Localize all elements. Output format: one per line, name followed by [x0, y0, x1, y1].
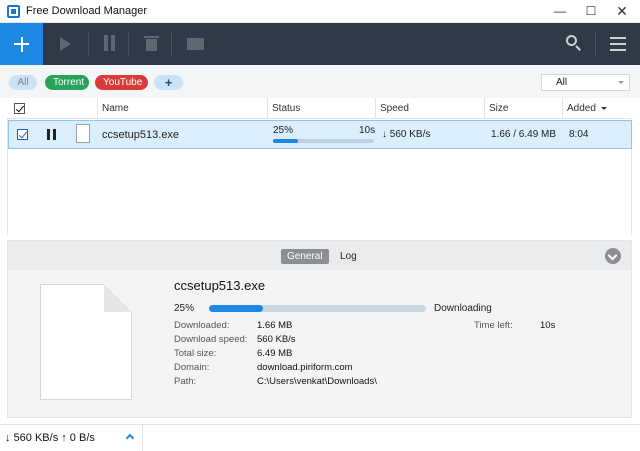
toolbar	[0, 23, 640, 65]
row-progress-fill	[273, 139, 299, 143]
table-header: Name Status Speed Size Added	[7, 98, 632, 119]
add-filter-button[interactable]: +	[154, 75, 183, 90]
column-select-all[interactable]	[7, 98, 27, 119]
column-header-added-label: Added	[567, 103, 596, 114]
play-icon[interactable]	[60, 37, 71, 51]
chevron-down-icon	[618, 81, 624, 84]
filter-dropdown-value: All	[556, 77, 568, 88]
sort-down-icon	[600, 106, 607, 110]
table-row[interactable]: ccsetup513.exe 25% 10s ↓ 560 KB/s 1.66 /…	[8, 120, 632, 149]
speed-status[interactable]: ↓ 560 KB/s ↑ 0 B/s	[0, 425, 143, 451]
search-icon[interactable]	[566, 35, 582, 53]
trash-icon[interactable]	[144, 35, 159, 53]
file-preview-icon	[40, 284, 132, 400]
filter-chip-all[interactable]: All	[9, 75, 37, 90]
row-eta: 10s	[359, 125, 376, 136]
move-icon[interactable]	[187, 38, 204, 50]
row-size: 1.66 / 6.49 MB	[491, 129, 557, 140]
detail-file-name: ccsetup513.exe	[174, 278, 266, 293]
select-all-checkbox[interactable]	[14, 103, 25, 114]
column-header-status[interactable]: Status	[267, 98, 375, 119]
pause-icon[interactable]	[47, 129, 56, 140]
detail-label-domain: Domain:	[174, 362, 210, 373]
column-header-size[interactable]: Size	[484, 98, 562, 119]
minimize-button[interactable]: —	[545, 0, 575, 22]
detail-value-downloaded: 1.66 MB	[257, 320, 293, 331]
pause-icon[interactable]	[104, 35, 116, 53]
row-progress-bar	[273, 139, 374, 143]
details-tabs: General Log	[8, 241, 631, 270]
tab-general[interactable]: General	[281, 249, 329, 264]
close-button[interactable]: ✕	[607, 0, 637, 22]
maximize-button[interactable]: ☐	[576, 0, 606, 22]
detail-value-time-left: 10s	[540, 320, 556, 331]
window-title: Free Download Manager	[26, 5, 148, 17]
collapse-panel-button[interactable]	[605, 248, 621, 264]
filter-bar: All Torrent YouTube + All	[0, 65, 640, 98]
toolbar-divider	[171, 31, 172, 57]
column-header-speed[interactable]: Speed	[375, 98, 484, 119]
row-percent: 25%	[273, 125, 294, 136]
chevron-up-icon[interactable]	[125, 433, 135, 443]
row-added: 8:04	[569, 129, 589, 140]
toolbar-divider	[88, 31, 89, 57]
column-header-added[interactable]: Added	[562, 98, 632, 119]
detail-label-path: Path:	[174, 376, 197, 387]
status-bar: ↓ 560 KB/s ↑ 0 B/s	[0, 424, 640, 451]
speed-status-text: ↓ 560 KB/s ↑ 0 B/s	[5, 432, 95, 444]
detail-value-total-size: 6.49 MB	[257, 348, 293, 359]
toolbar-divider	[128, 31, 129, 57]
detail-label-downloaded: Downloaded:	[174, 320, 230, 331]
toolbar-divider	[595, 31, 596, 57]
detail-label-speed: Download speed:	[174, 334, 248, 345]
filter-chip-youtube[interactable]: YouTube	[95, 75, 148, 90]
file-icon	[76, 124, 90, 143]
detail-label-total-size: Total size:	[174, 348, 217, 359]
detail-value-speed: 560 KB/s	[257, 334, 296, 345]
column-header-name[interactable]: Name	[97, 98, 267, 119]
row-checkbox[interactable]	[17, 129, 28, 140]
detail-state: Downloading	[434, 303, 492, 314]
details-panel: General Log ccsetup513.exe 25% Downloadi…	[7, 240, 632, 418]
title-bar: Free Download Manager — ☐ ✕	[0, 0, 640, 23]
detail-value-path[interactable]: C:\Users\venkat\Downloads\	[257, 376, 377, 387]
detail-progress-bar	[209, 305, 426, 312]
tab-log[interactable]: Log	[340, 249, 357, 264]
detail-value-domain: download.piriform.com	[257, 362, 353, 373]
detail-percent: 25%	[174, 303, 195, 314]
app-icon	[7, 5, 20, 18]
row-file-name: ccsetup513.exe	[102, 129, 180, 141]
menu-icon[interactable]	[610, 37, 626, 55]
detail-progress-fill	[209, 305, 264, 312]
add-download-button[interactable]	[0, 23, 43, 65]
row-speed: ↓ 560 KB/s	[382, 129, 431, 140]
filter-dropdown[interactable]: All	[541, 74, 630, 91]
detail-label-time-left: Time left:	[474, 320, 513, 331]
filter-chip-torrent[interactable]: Torrent	[45, 75, 89, 90]
